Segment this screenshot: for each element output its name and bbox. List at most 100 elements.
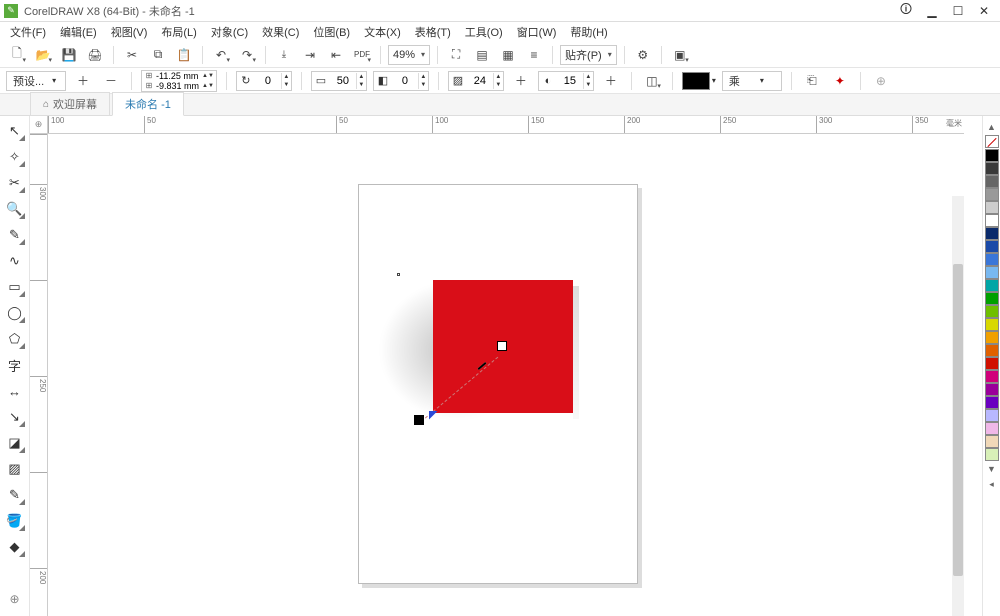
close-button[interactable]: ✕	[972, 2, 996, 20]
zoom-tool[interactable]: 🔍	[4, 198, 26, 220]
menu-文本[interactable]: 文本(X)	[358, 22, 407, 42]
clear-shadow-button[interactable]: ✦	[829, 70, 851, 92]
print-button[interactable]: 🖨	[84, 44, 106, 66]
cut-button[interactable]: ✂	[121, 44, 143, 66]
color-swatch[interactable]	[985, 188, 999, 201]
vertical-scrollbar[interactable]	[952, 196, 964, 616]
ellipse-tool[interactable]: ◯	[4, 302, 26, 324]
import-button[interactable]: ⇥	[299, 44, 321, 66]
shadow-fade-field[interactable]: ◧▲▼	[373, 71, 429, 91]
help-icon[interactable]: 🛈	[894, 2, 918, 20]
color-swatch[interactable]	[985, 344, 999, 357]
copy-shadow-button[interactable]: ⎗	[801, 70, 823, 92]
open-button[interactable]: 📂	[32, 44, 54, 66]
text-tool[interactable]: 字	[4, 354, 26, 376]
color-swatch[interactable]	[985, 383, 999, 396]
opacity-slider-button[interactable]: ＋	[510, 70, 532, 92]
color-swatch[interactable]	[985, 266, 999, 279]
menu-工具[interactable]: 工具(O)	[459, 22, 509, 42]
color-swatch[interactable]	[985, 422, 999, 435]
vertical-ruler[interactable]: 300250200	[30, 134, 48, 616]
ruler-origin[interactable]: ⊕	[30, 116, 48, 134]
menu-表格[interactable]: 表格(T)	[409, 22, 457, 42]
palette-scroll-up[interactable]: ▲	[987, 122, 996, 132]
feather-direction-button[interactable]: ◫	[641, 70, 663, 92]
color-swatch[interactable]	[985, 227, 999, 240]
more-button[interactable]: ⊕	[870, 70, 892, 92]
undo-button[interactable]: ↶	[210, 44, 232, 66]
palette-scroll-down[interactable]: ▼	[987, 464, 996, 474]
maximize-button[interactable]: ☐	[946, 2, 970, 20]
shadow-feather-field[interactable]: ◐▲▼	[538, 71, 594, 91]
angle-input[interactable]	[255, 75, 281, 87]
palette-flyout[interactable]: ◂	[989, 479, 994, 490]
snap-combo[interactable]: 贴齐(P)▾	[560, 45, 617, 65]
color-swatch[interactable]	[985, 435, 999, 448]
color-swatch[interactable]	[985, 201, 999, 214]
paste-button[interactable]: 📋	[173, 44, 195, 66]
shadow-stretch-field[interactable]: ▭▲▼	[311, 71, 367, 91]
shadow-offset-fields[interactable]: ⊞▲▼ ⊞▲▼	[141, 70, 217, 92]
search-button[interactable]: ⤓	[273, 44, 295, 66]
eyedropper-tool[interactable]: ✎	[4, 484, 26, 506]
remove-preset-button[interactable]: －	[100, 70, 122, 92]
zoom-level-combo[interactable]: 49%▾	[388, 45, 430, 65]
color-swatch[interactable]	[985, 175, 999, 188]
blend-mode-combo[interactable]: 乘▾	[722, 71, 782, 91]
color-swatch[interactable]	[985, 318, 999, 331]
scrollbar-thumb[interactable]	[953, 264, 963, 576]
menu-视图[interactable]: 视图(V)	[105, 22, 154, 42]
export-button[interactable]: ⇤	[325, 44, 347, 66]
shadow-start-handle[interactable]	[414, 415, 424, 425]
minimize-button[interactable]: ▁	[920, 2, 944, 20]
crop-tool[interactable]: ✂	[4, 172, 26, 194]
color-swatch[interactable]	[985, 214, 999, 227]
menu-编辑[interactable]: 编辑(E)	[54, 22, 103, 42]
fade-input[interactable]	[392, 75, 418, 87]
color-swatch[interactable]	[985, 448, 999, 461]
shadow-end-handle[interactable]	[497, 341, 507, 351]
launch-button[interactable]: ▣	[669, 44, 691, 66]
tab-welcome[interactable]: ⌂欢迎屏幕	[30, 92, 110, 115]
save-button[interactable]: 💾	[58, 44, 80, 66]
color-swatch[interactable]	[985, 279, 999, 292]
color-swatch[interactable]	[985, 240, 999, 253]
menu-布局[interactable]: 布局(L)	[155, 22, 202, 42]
color-swatch[interactable]	[985, 331, 999, 344]
menu-位图[interactable]: 位图(B)	[307, 22, 356, 42]
menu-对象[interactable]: 对象(C)	[205, 22, 254, 42]
stretch-input[interactable]	[330, 75, 356, 87]
color-swatch[interactable]	[985, 409, 999, 422]
color-swatch[interactable]	[985, 162, 999, 175]
rectangle-tool[interactable]: ▭	[4, 276, 26, 298]
color-swatch[interactable]	[985, 305, 999, 318]
shadow-opacity-field[interactable]: ▨▲▼	[448, 71, 504, 91]
show-rulers-button[interactable]: ▤	[471, 44, 493, 66]
options-button[interactable]: ⚙	[632, 44, 654, 66]
freehand-tool[interactable]: ✎	[4, 224, 26, 246]
color-swatch[interactable]	[985, 357, 999, 370]
opacity-input[interactable]	[467, 75, 493, 87]
color-swatch[interactable]	[985, 292, 999, 305]
color-swatch[interactable]	[985, 396, 999, 409]
menu-效果[interactable]: 效果(C)	[256, 22, 305, 42]
polygon-tool[interactable]: ⬠	[4, 328, 26, 350]
publish-pdf-button[interactable]: PDF	[351, 44, 373, 66]
parallel-dimension-tool[interactable]: ↔	[4, 380, 26, 402]
color-swatch[interactable]	[985, 370, 999, 383]
tab-document[interactable]: 未命名 -1	[112, 92, 184, 116]
shape-tool[interactable]: ✧	[4, 146, 26, 168]
artistic-media-tool[interactable]: ∿	[4, 250, 26, 272]
toolbox-expand-button[interactable]: ⊕	[4, 588, 26, 610]
feather-slider-button[interactable]: ＋	[600, 70, 622, 92]
show-grid-button[interactable]: ▦	[497, 44, 519, 66]
drop-shadow-tool[interactable]: ◪	[4, 432, 26, 454]
new-button[interactable]: 🗋	[6, 44, 28, 66]
no-color-swatch[interactable]	[985, 135, 999, 148]
smart-fill-tool[interactable]: ◆	[4, 536, 26, 558]
offset-x-input[interactable]	[154, 71, 202, 81]
drawing-viewport[interactable]	[48, 134, 952, 616]
copy-button[interactable]: ⧉	[147, 44, 169, 66]
menu-窗口[interactable]: 窗口(W)	[511, 22, 563, 42]
shadow-angle-field[interactable]: ↻▲▼	[236, 71, 292, 91]
